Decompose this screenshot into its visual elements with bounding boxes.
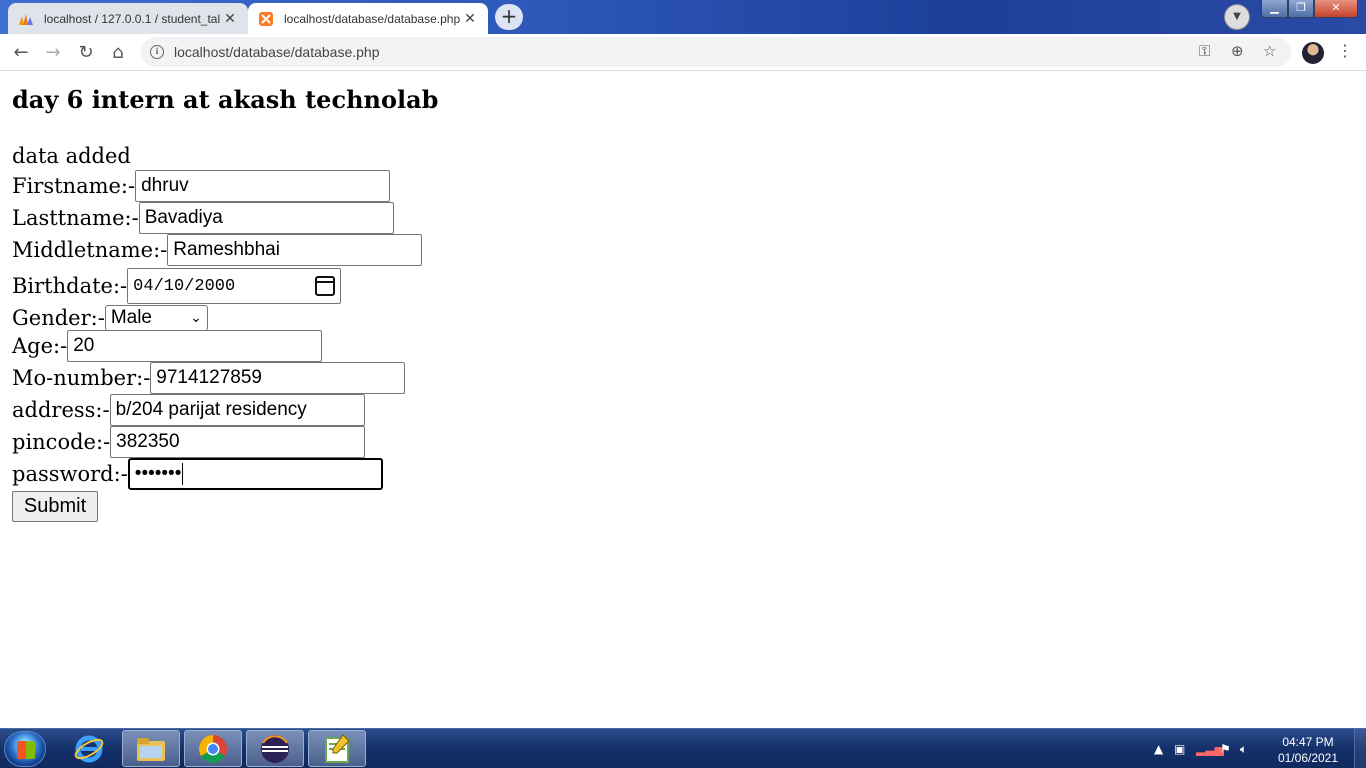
- notepad-plus-plus-icon: [325, 733, 350, 763]
- age-input[interactable]: 20: [67, 330, 323, 362]
- browser-tab-strip: localhost / 127.0.0.1 / student_tal ✕ lo…: [0, 0, 1366, 34]
- age-row: Age:- 20: [12, 330, 323, 362]
- address-row: address:- b/204 parijat residency: [12, 394, 365, 426]
- mobile-label: Mo-number:-: [12, 366, 151, 390]
- gender-selected: Male: [110, 307, 152, 328]
- gender-select[interactable]: Male ⌄: [104, 305, 208, 331]
- show-hidden-icons[interactable]: ▲: [1154, 742, 1163, 756]
- clock[interactable]: 04:47 PM 01/06/2021: [1272, 734, 1344, 766]
- internet-explorer-icon: [74, 735, 104, 762]
- middlename-input[interactable]: Rameshbhai: [167, 234, 423, 266]
- tab-phpmyadmin[interactable]: localhost / 127.0.0.1 / student_tal ✕: [8, 3, 248, 34]
- eclipse-button[interactable]: [246, 730, 304, 767]
- text-caret: [182, 463, 184, 485]
- birthdate-label: Birthdate:-: [12, 274, 128, 298]
- chrome-icon: [199, 734, 227, 763]
- home-icon[interactable]: ⌂: [105, 40, 131, 66]
- key-icon[interactable]: ⚿: [1199, 42, 1210, 60]
- profile-avatar[interactable]: [1302, 42, 1324, 64]
- file-explorer-button[interactable]: [122, 730, 180, 767]
- middlename-label: Middletname:-: [12, 238, 168, 262]
- pincode-row: pincode:- 382350: [12, 426, 366, 458]
- show-desktop-button[interactable]: [1354, 729, 1366, 768]
- action-center-icon[interactable]: ⚑: [1220, 742, 1231, 756]
- lastname-row: Lasttname:- Bavadiya: [12, 202, 394, 234]
- password-label: password:-: [12, 462, 128, 486]
- firstname-row: Firstname:- dhruv: [12, 170, 391, 202]
- browser-toolbar: ← → ↻ ⌂ i localhost/database/database.ph…: [0, 34, 1366, 71]
- firstname-input[interactable]: dhruv: [135, 170, 391, 202]
- windows-taskbar: ▲ ▣ ▂▃▅ ⚑ 🔈︎ 04:47 PM 01/06/2021: [0, 728, 1366, 768]
- submit-button[interactable]: Submit: [12, 491, 98, 522]
- forward-icon[interactable]: →: [40, 40, 66, 66]
- address-label: address:-: [12, 398, 110, 422]
- gender-label: Gender:-: [12, 306, 105, 330]
- xampp-icon: [259, 11, 273, 26]
- address-url: localhost/database/database.php: [174, 44, 380, 60]
- site-info-icon[interactable]: i: [150, 45, 164, 59]
- clock-time: 04:47 PM: [1282, 735, 1334, 749]
- internet-explorer-button[interactable]: [60, 730, 118, 767]
- calendar-icon[interactable]: [315, 276, 336, 296]
- bookmark-star-icon[interactable]: ☆: [1263, 42, 1276, 60]
- eclipse-icon: [261, 734, 289, 763]
- phpmyadmin-icon: [19, 13, 33, 25]
- page-content: day 6 intern at akash technolab data add…: [12, 71, 1352, 727]
- status-message: data added: [12, 144, 131, 168]
- volume-icon[interactable]: 🔈︎: [1240, 742, 1247, 757]
- tab-database-php[interactable]: localhost/database/database.php ✕: [248, 3, 488, 34]
- address-input[interactable]: b/204 parijat residency: [109, 394, 365, 426]
- middlename-row: Middletname:- Rameshbhai: [12, 234, 423, 266]
- clock-date: 01/06/2021: [1277, 751, 1339, 765]
- tab-search-icon[interactable]: ▼: [1224, 4, 1250, 30]
- new-tab-button[interactable]: +: [495, 4, 523, 30]
- lastname-input[interactable]: Bavadiya: [138, 202, 394, 234]
- back-icon[interactable]: ←: [8, 40, 34, 66]
- password-input[interactable]: •••••••: [127, 458, 383, 490]
- notepad-plus-plus-button[interactable]: [308, 730, 366, 767]
- chrome-button[interactable]: [184, 730, 242, 767]
- birthdate-row: Birthdate:- 04/10/2000: [12, 268, 342, 304]
- window-close-button[interactable]: ✕: [1314, 0, 1358, 18]
- chevron-down-icon: ⌄: [190, 310, 202, 326]
- address-bar[interactable]: i localhost/database/database.php ⚿ ⊕ ☆: [141, 37, 1291, 67]
- close-tab-icon[interactable]: ✕: [462, 10, 478, 27]
- start-button[interactable]: [4, 731, 46, 767]
- mobile-row: Mo-number:- 9714127859: [12, 362, 406, 394]
- tab-title: localhost/database/database.php: [284, 11, 461, 26]
- pincode-input[interactable]: 382350: [110, 426, 366, 458]
- device-icon[interactable]: ▣: [1174, 742, 1185, 756]
- pincode-label: pincode:-: [12, 430, 111, 454]
- reload-icon[interactable]: ↻: [73, 40, 99, 66]
- windows-logo-icon: [17, 741, 35, 759]
- close-tab-icon[interactable]: ✕: [222, 10, 238, 27]
- mobile-input[interactable]: 9714127859: [150, 362, 406, 394]
- page-title: day 6 intern at akash technolab: [12, 85, 439, 114]
- firstname-label: Firstname:-: [12, 174, 136, 198]
- maximize-button[interactable]: ❐: [1288, 0, 1314, 18]
- file-explorer-icon: [137, 737, 165, 761]
- age-label: Age:-: [12, 334, 68, 358]
- tab-title: localhost / 127.0.0.1 / student_tal: [44, 11, 221, 26]
- password-value: •••••••: [134, 463, 182, 484]
- menu-kebab-icon[interactable]: ⋮: [1337, 41, 1353, 60]
- birthdate-input[interactable]: 04/10/2000: [127, 268, 342, 304]
- window-controls: ▁ ❐ ✕: [1261, 0, 1358, 18]
- birthdate-value: 04/10/2000: [133, 276, 236, 296]
- zoom-icon[interactable]: ⊕: [1231, 42, 1244, 60]
- lastname-label: Lasttname:-: [12, 206, 139, 230]
- password-row: password:- •••••••: [12, 458, 383, 490]
- minimize-button[interactable]: ▁: [1261, 0, 1288, 18]
